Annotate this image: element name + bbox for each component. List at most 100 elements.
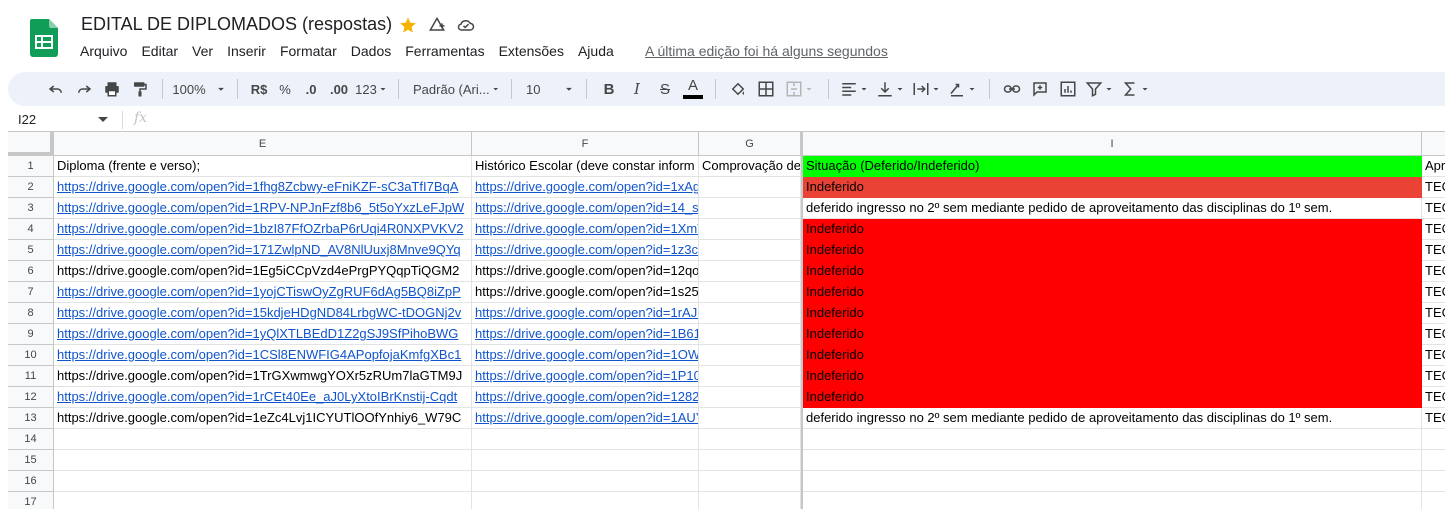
cell-apr[interactable]: TEC (1422, 345, 1445, 366)
select-all-corner[interactable] (8, 132, 54, 156)
row-header[interactable]: 10 (8, 345, 54, 366)
percent-format-button[interactable]: % (272, 77, 298, 101)
cell-situacao[interactable] (803, 429, 1422, 450)
cell-situacao[interactable]: Indeferido (803, 345, 1422, 366)
paint-format-icon[interactable] (126, 77, 154, 101)
row-header[interactable]: 6 (8, 261, 54, 282)
cell-comprovacao[interactable] (699, 492, 801, 509)
row-header[interactable]: 16 (8, 471, 54, 492)
cell-historico[interactable]: https://drive.google.com/open?id=1OWWDeE… (472, 345, 699, 366)
row-header[interactable]: 8 (8, 303, 54, 324)
cell-comprovacao[interactable] (699, 450, 801, 471)
document-title[interactable]: EDITAL DE DIPLOMADOS (respostas) (81, 14, 392, 35)
cell-situacao[interactable] (803, 471, 1422, 492)
column-header-j[interactable] (1422, 132, 1445, 156)
row-header[interactable]: 17 (8, 492, 54, 509)
cell-diploma[interactable] (54, 429, 472, 450)
spreadsheet-grid[interactable]: E F G I 1 Diploma (frente e verso); Histór… (8, 132, 1445, 509)
cell-apr[interactable]: TEC (1422, 387, 1445, 408)
menu-ajuda[interactable]: Ajuda (578, 43, 628, 59)
chevron-down-icon[interactable] (98, 117, 108, 123)
currency-format-button[interactable]: R$ (246, 77, 272, 101)
cell-situacao[interactable]: Situação (Deferido/Indeferido) (803, 156, 1422, 177)
cell-situacao[interactable]: Indeferido (803, 282, 1422, 303)
text-wrapping-icon[interactable] (909, 77, 945, 101)
cell-apr[interactable]: TEC (1422, 282, 1445, 303)
borders-icon[interactable] (752, 77, 780, 101)
cell-diploma[interactable]: https://drive.google.com/open?id=1yojCTi… (54, 282, 472, 303)
redo-icon[interactable] (70, 77, 98, 101)
cell-historico[interactable]: https://drive.google.com/open?id=1rAJBpr… (472, 303, 699, 324)
star-icon[interactable] (398, 15, 418, 35)
menu-ver[interactable]: Ver (192, 43, 227, 59)
insert-chart-icon[interactable] (1054, 77, 1082, 101)
cell-comprovacao[interactable] (699, 219, 801, 240)
cloud-status-icon[interactable] (456, 15, 476, 35)
font-family-select[interactable]: Padrão (Ari... (407, 77, 503, 101)
cell-situacao[interactable]: Indeferido (803, 219, 1422, 240)
name-box[interactable]: I22 (18, 112, 36, 127)
cell-apr[interactable]: TEC (1422, 219, 1445, 240)
cell-historico[interactable]: https://drive.google.com/open?id=1AUYmLr… (472, 408, 699, 429)
cell-comprovacao[interactable] (699, 366, 801, 387)
cell-diploma[interactable] (54, 492, 472, 509)
functions-icon[interactable] (1118, 77, 1154, 101)
cell-comprovacao[interactable] (699, 408, 801, 429)
menu-inserir[interactable]: Inserir (227, 43, 280, 59)
cell-historico[interactable]: https://drive.google.com/open?id=1s25ia1… (472, 282, 699, 303)
cell-diploma[interactable]: https://drive.google.com/open?id=1yQlXTL… (54, 324, 472, 345)
cell-historico[interactable]: https://drive.google.com/open?id=1z3c2v2… (472, 240, 699, 261)
cell-apr[interactable] (1422, 471, 1445, 492)
cell-comprovacao[interactable] (699, 324, 801, 345)
cell-diploma[interactable]: Diploma (frente e verso); (54, 156, 472, 177)
bold-button[interactable]: B (595, 77, 623, 101)
last-edit-link[interactable]: A última edição foi há alguns segundos (645, 43, 888, 59)
strikethrough-button[interactable]: S (651, 77, 679, 101)
row-header[interactable]: 3 (8, 198, 54, 219)
cell-comprovacao[interactable] (699, 177, 801, 198)
fill-color-icon[interactable] (724, 77, 752, 101)
menu-formatar[interactable]: Formatar (280, 43, 351, 59)
cell-historico[interactable] (472, 450, 699, 471)
cell-diploma[interactable]: https://drive.google.com/open?id=171Zwlp… (54, 240, 472, 261)
cell-historico[interactable]: https://drive.google.com/open?id=1282MkT… (472, 387, 699, 408)
row-header[interactable]: 9 (8, 324, 54, 345)
horizontal-align-icon[interactable] (837, 77, 873, 101)
cell-comprovacao[interactable] (699, 261, 801, 282)
cell-apr[interactable] (1422, 492, 1445, 509)
decrease-decimal-button[interactable]: .0 (298, 77, 324, 101)
font-size-select[interactable]: 10 (520, 77, 578, 101)
cell-diploma[interactable]: https://drive.google.com/open?id=1TrGXwm… (54, 366, 472, 387)
insert-comment-icon[interactable] (1026, 77, 1054, 101)
row-header[interactable]: 1 (8, 156, 54, 177)
cell-comprovacao[interactable] (699, 387, 801, 408)
merge-cells-icon[interactable] (780, 77, 820, 101)
cell-historico[interactable] (472, 471, 699, 492)
cell-historico[interactable] (472, 492, 699, 509)
cell-situacao[interactable] (803, 492, 1422, 509)
cell-apr[interactable]: TEC (1422, 303, 1445, 324)
cell-historico[interactable]: Histórico Escolar (deve constar inform (472, 156, 699, 177)
cell-apr[interactable]: TEC (1422, 261, 1445, 282)
cell-comprovacao[interactable] (699, 240, 801, 261)
italic-button[interactable]: I (623, 77, 651, 101)
cell-comprovacao[interactable]: Comprovação de (699, 156, 801, 177)
cell-apr[interactable] (1422, 429, 1445, 450)
text-rotation-icon[interactable] (945, 77, 981, 101)
more-formats-button[interactable]: 123 (354, 77, 390, 101)
row-header[interactable]: 7 (8, 282, 54, 303)
cell-apr[interactable]: TEC (1422, 198, 1445, 219)
cell-historico[interactable]: https://drive.google.com/open?id=1P10jt6… (472, 366, 699, 387)
cell-comprovacao[interactable] (699, 471, 801, 492)
cell-diploma[interactable] (54, 450, 472, 471)
row-header[interactable]: 14 (8, 429, 54, 450)
cell-apr[interactable]: TEC (1422, 324, 1445, 345)
row-header[interactable]: 5 (8, 240, 54, 261)
cell-apr[interactable]: TEC (1422, 177, 1445, 198)
insert-link-icon[interactable] (998, 77, 1026, 101)
menu-arquivo[interactable]: Arquivo (80, 43, 141, 59)
cell-comprovacao[interactable] (699, 303, 801, 324)
text-color-button[interactable]: A (679, 77, 707, 101)
row-header[interactable]: 4 (8, 219, 54, 240)
cell-apr[interactable]: TEC (1422, 240, 1445, 261)
